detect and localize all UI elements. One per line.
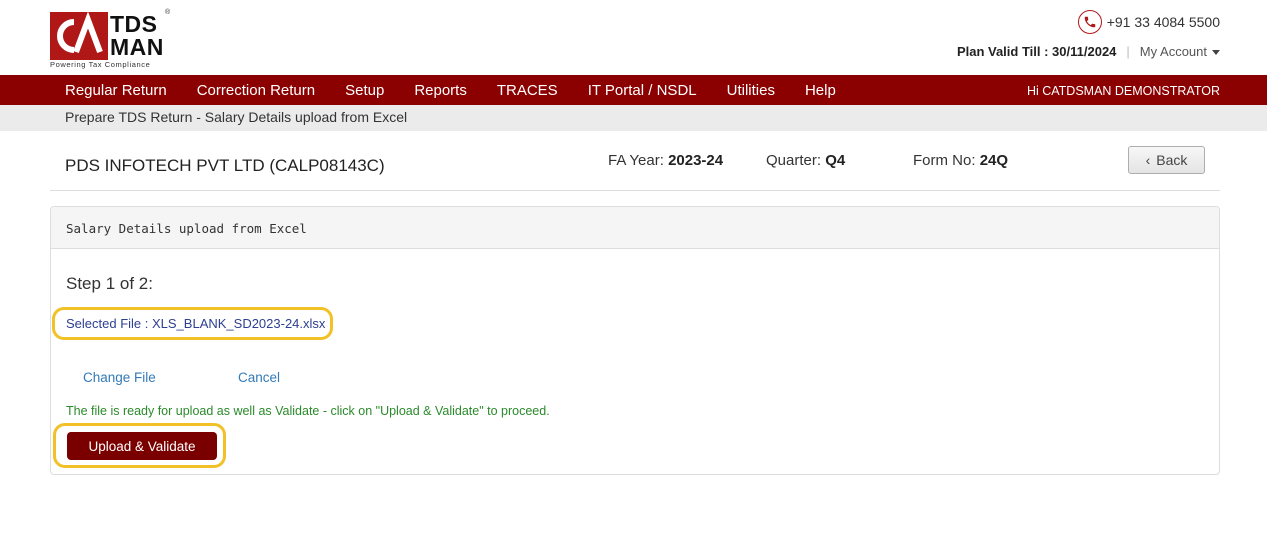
nav-traces[interactable]: TRACES	[497, 82, 558, 99]
my-account-menu[interactable]: My Account	[1140, 44, 1220, 59]
nav-it-portal[interactable]: IT Portal / NSDL	[588, 82, 697, 99]
back-button[interactable]: ‹ Back	[1128, 146, 1205, 174]
form-number: Form No: 24Q	[913, 152, 1008, 169]
nav-setup[interactable]: Setup	[345, 82, 384, 99]
logo-text-top: TDS	[110, 11, 158, 37]
logo-tagline: Powering Tax Compliance	[50, 60, 151, 69]
tdsman-logo[interactable]: TDS MAN ® Powering Tax Compliance	[50, 9, 172, 70]
contact-phone: +91 33 4084 5500	[1077, 10, 1220, 34]
main-nav: Regular Return Correction Return Setup R…	[0, 75, 1267, 105]
quarter-label: Quarter:	[766, 152, 822, 169]
registered-mark: ®	[165, 9, 171, 16]
breadcrumb: Prepare TDS Return - Salary Details uplo…	[65, 109, 408, 125]
panel-heading: Salary Details upload from Excel	[51, 207, 1219, 249]
upload-validate-button[interactable]: Upload & Validate	[67, 432, 217, 460]
logo-ca-mark	[50, 11, 108, 60]
fa-year-value: 2023-24	[668, 152, 724, 169]
breadcrumb-bar: Prepare TDS Return - Salary Details uplo…	[0, 105, 1267, 131]
status-message: The file is ready for upload as well as …	[66, 404, 550, 418]
fa-year-label: FA Year:	[608, 152, 664, 169]
separator: |	[1126, 44, 1130, 59]
phone-icon	[1077, 10, 1102, 34]
nav-correction-return[interactable]: Correction Return	[197, 82, 315, 99]
quarter: Quarter: Q4	[766, 152, 845, 169]
caret-down-icon	[1212, 50, 1220, 56]
my-account-label: My Account	[1139, 44, 1207, 59]
plan-validity: Plan Valid Till : 30/11/2024	[956, 44, 1117, 59]
phone-number: +91 33 4084 5500	[1106, 14, 1220, 30]
fa-year: FA Year: 2023-24	[608, 152, 723, 169]
selected-file: Selected File : XLS_BLANK_SD2023-24.xlsx	[66, 316, 326, 331]
upload-panel: Salary Details upload from Excel Step 1 …	[50, 206, 1220, 475]
divider	[50, 190, 1220, 191]
account-bar: Plan Valid Till : 30/11/2024 | My Accoun…	[957, 44, 1220, 59]
quarter-value: Q4	[825, 152, 846, 169]
back-label: Back	[1156, 152, 1188, 168]
form-label: Form No:	[913, 152, 976, 169]
nav-regular-return[interactable]: Regular Return	[65, 82, 167, 99]
chevron-left-icon: ‹	[1145, 152, 1151, 168]
step-indicator: Step 1 of 2:	[66, 274, 153, 293]
nav-utilities[interactable]: Utilities	[727, 82, 775, 99]
user-greeting[interactable]: Hi CATDSMAN DEMONSTRATOR	[1027, 75, 1220, 107]
nav-reports[interactable]: Reports	[414, 82, 467, 99]
nav-help[interactable]: Help	[805, 82, 836, 99]
cancel-link[interactable]: Cancel	[238, 370, 280, 385]
company-name: PDS INFOTECH PVT LTD (CALP08143C)	[65, 156, 385, 175]
form-value: 24Q	[979, 152, 1009, 169]
change-file-link[interactable]: Change File	[83, 370, 156, 385]
logo-text-bottom: MAN	[110, 34, 164, 60]
